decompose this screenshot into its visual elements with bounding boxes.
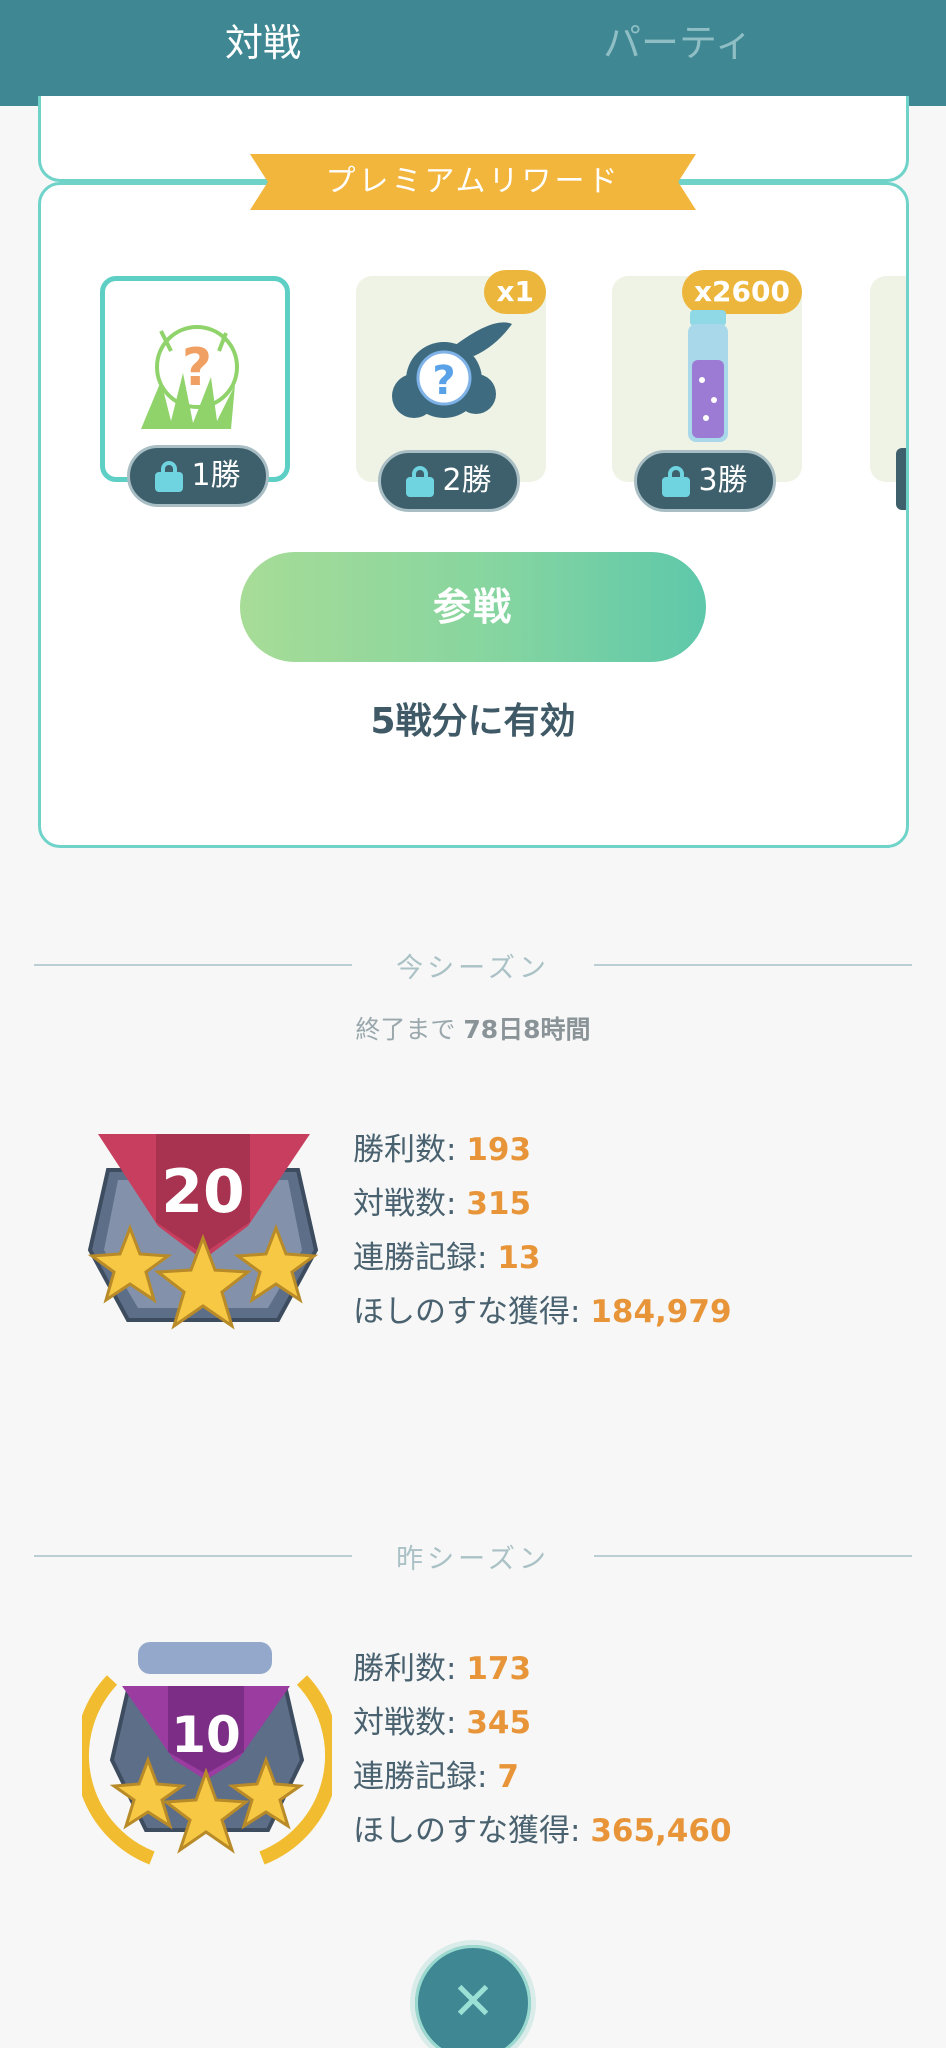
reward-item-1[interactable]: ? 1勝 <box>100 276 290 507</box>
divider-line <box>34 964 352 966</box>
win-label: 3勝 <box>698 463 748 498</box>
rank-number: 20 <box>161 1157 245 1227</box>
tab-battle[interactable]: 対戦 <box>225 18 301 68</box>
stat-win-streak: 連勝記録: 7 <box>353 1759 519 1795</box>
close-button[interactable]: ✕ <box>410 1940 536 2048</box>
stat-wins: 勝利数: 173 <box>353 1651 532 1687</box>
rank-badge-icon: 20 <box>87 1134 319 1330</box>
current-season-label: 今シーズン <box>396 953 550 984</box>
stat-stardust: ほしのすな獲得: 184,979 <box>353 1294 732 1330</box>
premium-reward-ribbon: プレミアムリワード <box>250 154 696 210</box>
count-badge: x2600 <box>682 270 802 314</box>
season-end-prefix: 終了まで <box>355 1015 464 1044</box>
grass-encounter-icon: ? <box>141 325 239 429</box>
ribbon-title: プレミアムリワード <box>325 164 621 199</box>
win-requirement-badge: 1勝 <box>127 445 269 507</box>
previous-season-stats: 勝利数: 173 対戦数: 345 連勝記録: 7 ほしのすな獲得: 365,4… <box>353 1642 732 1858</box>
win-requirement-badge: 3勝 <box>634 450 776 512</box>
previous-season-label: 昨シーズン <box>396 1544 550 1575</box>
divider-line <box>594 1555 912 1557</box>
reward-item-3[interactable]: x2600 3勝 <box>612 270 802 512</box>
divider-line <box>594 964 912 966</box>
stat-stardust: ほしのすな獲得: 365,460 <box>353 1813 732 1849</box>
svg-text:?: ? <box>432 358 455 404</box>
season-end-countdown: 終了まで 78日8時間 <box>0 1010 946 1046</box>
win-label: 1勝 <box>191 458 241 493</box>
current-season-stats: 勝利数: 193 対戦数: 315 連勝記録: 13 ほしのすな獲得: 184,… <box>353 1123 732 1339</box>
reward-item-2[interactable]: x1 ? 2勝 <box>356 270 546 512</box>
stat-win-streak: 連勝記録: 13 <box>353 1240 541 1276</box>
join-battle-button[interactable]: 参戦 <box>240 552 706 662</box>
stat-battles: 対戦数: 345 <box>353 1705 532 1741</box>
stardust-mystery-icon: ? <box>392 322 512 418</box>
lock-icon <box>155 461 184 492</box>
close-icon: ✕ <box>451 1972 495 2032</box>
stat-wins: 勝利数: 193 <box>353 1132 532 1168</box>
valid-for-battles-text: 5戦分に有効 <box>370 701 576 742</box>
count-badge: x1 <box>484 270 546 314</box>
lock-icon <box>406 466 435 497</box>
rank-badge-icon: 10 <box>82 1642 332 1865</box>
lock-icon <box>662 466 691 497</box>
tab-party[interactable]: パーティ <box>603 18 753 68</box>
stat-battles: 対戦数: 315 <box>353 1186 532 1222</box>
win-label: 2勝 <box>442 463 492 498</box>
win-requirement-badge: 2勝 <box>378 450 520 512</box>
divider-line <box>34 1555 352 1557</box>
svg-text:?: ? <box>182 338 212 398</box>
stardust-vial-icon <box>688 310 728 442</box>
win-requirement-badge-partial <box>896 448 906 510</box>
tab-bar: 対戦 パーティ <box>0 0 946 107</box>
rank-number: 10 <box>171 1706 241 1764</box>
season-end-value: 78日8時間 <box>463 1015 591 1044</box>
